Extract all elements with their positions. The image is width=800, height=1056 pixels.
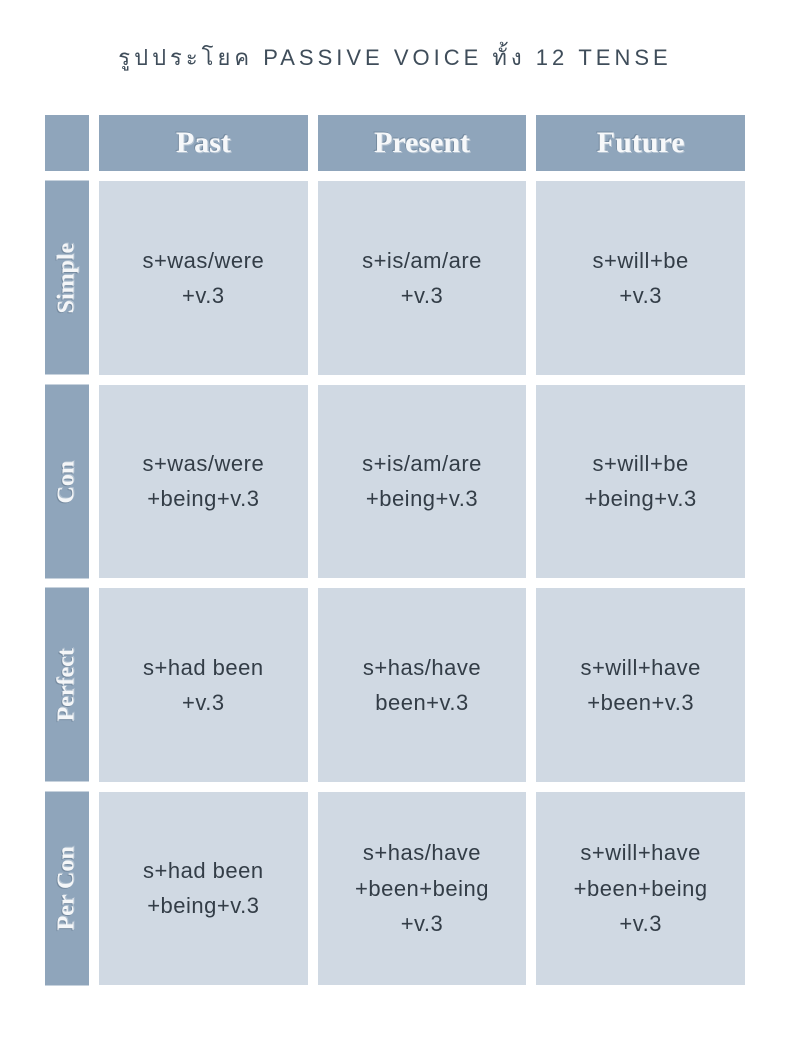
cell-perfect-past: s+had been +v.3: [99, 588, 308, 782]
cell-percon-past: s+had been +being+v.3: [99, 792, 308, 986]
grid-corner: [45, 115, 89, 171]
page-title: รูปประโยค PASSIVE VOICE ทั้ง 12 TENSE: [45, 40, 745, 75]
cell-simple-past: s+was/were +v.3: [99, 181, 308, 375]
row-head-perfect: Perfect: [45, 588, 89, 782]
cell-con-present: s+is/am/are +being+v.3: [318, 385, 527, 579]
cell-con-past: s+was/were +being+v.3: [99, 385, 308, 579]
cell-simple-future: s+will+be +v.3: [536, 181, 745, 375]
cell-percon-future: s+will+have +been+being +v.3: [536, 792, 745, 986]
cell-perfect-present: s+has/have been+v.3: [318, 588, 527, 782]
cell-percon-present: s+has/have +been+being +v.3: [318, 792, 527, 986]
cell-perfect-future: s+will+have +been+v.3: [536, 588, 745, 782]
col-head-past: Past: [99, 115, 308, 171]
row-head-simple: Simple: [45, 181, 89, 375]
col-head-future: Future: [536, 115, 745, 171]
cell-con-future: s+will+be +being+v.3: [536, 385, 745, 579]
col-head-present: Present: [318, 115, 527, 171]
tense-grid: Past Present Future Simple s+was/were +v…: [45, 115, 745, 985]
row-head-percon: Per Con: [45, 792, 89, 986]
row-head-con: Con: [45, 385, 89, 579]
cell-simple-present: s+is/am/are +v.3: [318, 181, 527, 375]
